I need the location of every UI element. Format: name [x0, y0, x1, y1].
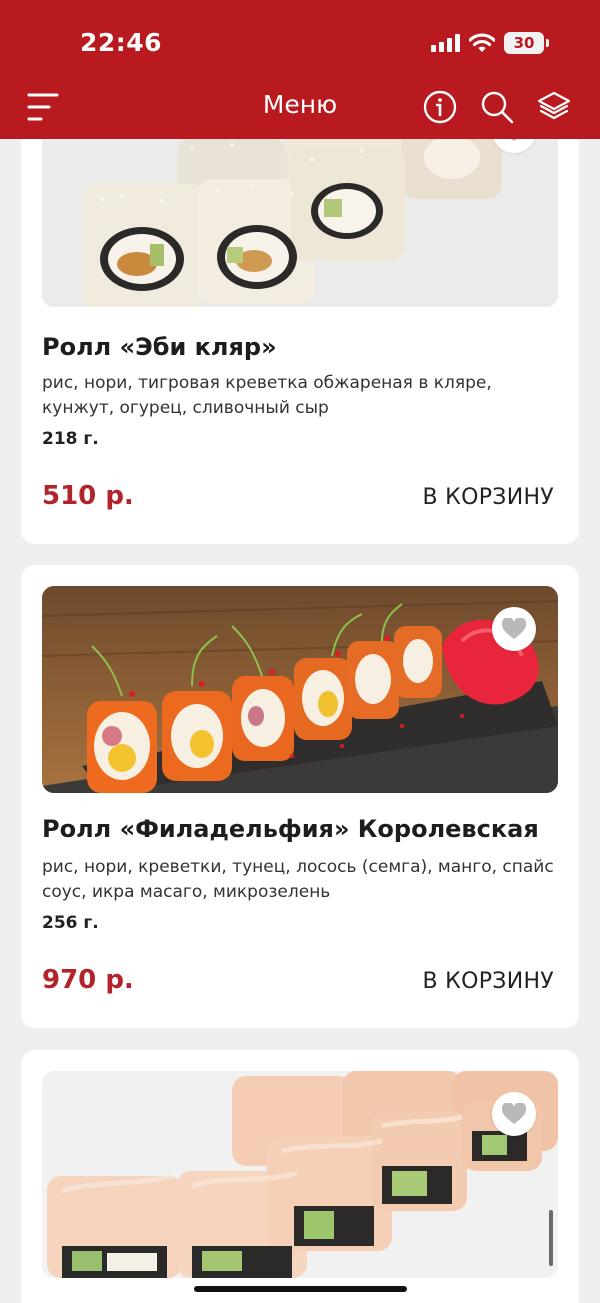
favorite-button[interactable] — [492, 607, 536, 651]
info-icon[interactable] — [423, 90, 457, 124]
heart-icon — [511, 139, 517, 141]
product-weight: 256 г. — [42, 913, 99, 933]
product-card[interactable] — [21, 1050, 579, 1303]
signal-icon — [431, 34, 460, 52]
product-photo[interactable] — [42, 586, 558, 793]
heart-icon — [501, 618, 527, 639]
search-icon[interactable] — [480, 90, 514, 124]
status-icons: 30 — [431, 32, 549, 54]
product-weight: 218 г. — [42, 429, 99, 449]
product-list[interactable]: Ролл «Эби кляр» рис, нори, тигровая крев… — [0, 139, 600, 1303]
heart-icon — [501, 1103, 527, 1124]
status-time: 22:46 — [80, 28, 163, 57]
product-name[interactable]: Ролл «Эби кляр» — [42, 333, 277, 361]
product-photo[interactable] — [42, 139, 558, 307]
product-description: рис, нори, тигровая креветка обжареная в… — [42, 373, 492, 418]
add-to-cart-button[interactable]: В КОРЗИНУ — [423, 485, 555, 510]
product-price: 510 р. — [42, 481, 134, 511]
product-price: 970 р. — [42, 965, 134, 995]
favorite-button[interactable] — [492, 1092, 536, 1136]
battery-icon: 30 — [504, 32, 549, 54]
product-name[interactable]: Ролл «Филадельфия» Королевская — [42, 815, 539, 843]
layers-icon[interactable] — [537, 90, 571, 124]
wifi-icon — [469, 33, 495, 52]
battery-level: 30 — [513, 34, 535, 52]
home-indicator[interactable] — [194, 1286, 407, 1292]
scrollbar[interactable] — [549, 1210, 553, 1266]
product-card[interactable]: Ролл «Филадельфия» Королевская рис, нори… — [21, 565, 579, 1028]
product-card[interactable]: Ролл «Эби кляр» рис, нори, тигровая крев… — [21, 139, 579, 544]
product-photo[interactable] — [42, 1071, 558, 1278]
app-header: 22:46 30 Меню — [0, 0, 600, 139]
product-description: рис, нори, креветки, тунец, лосось (семг… — [42, 857, 554, 902]
add-to-cart-button[interactable]: В КОРЗИНУ — [423, 969, 555, 994]
